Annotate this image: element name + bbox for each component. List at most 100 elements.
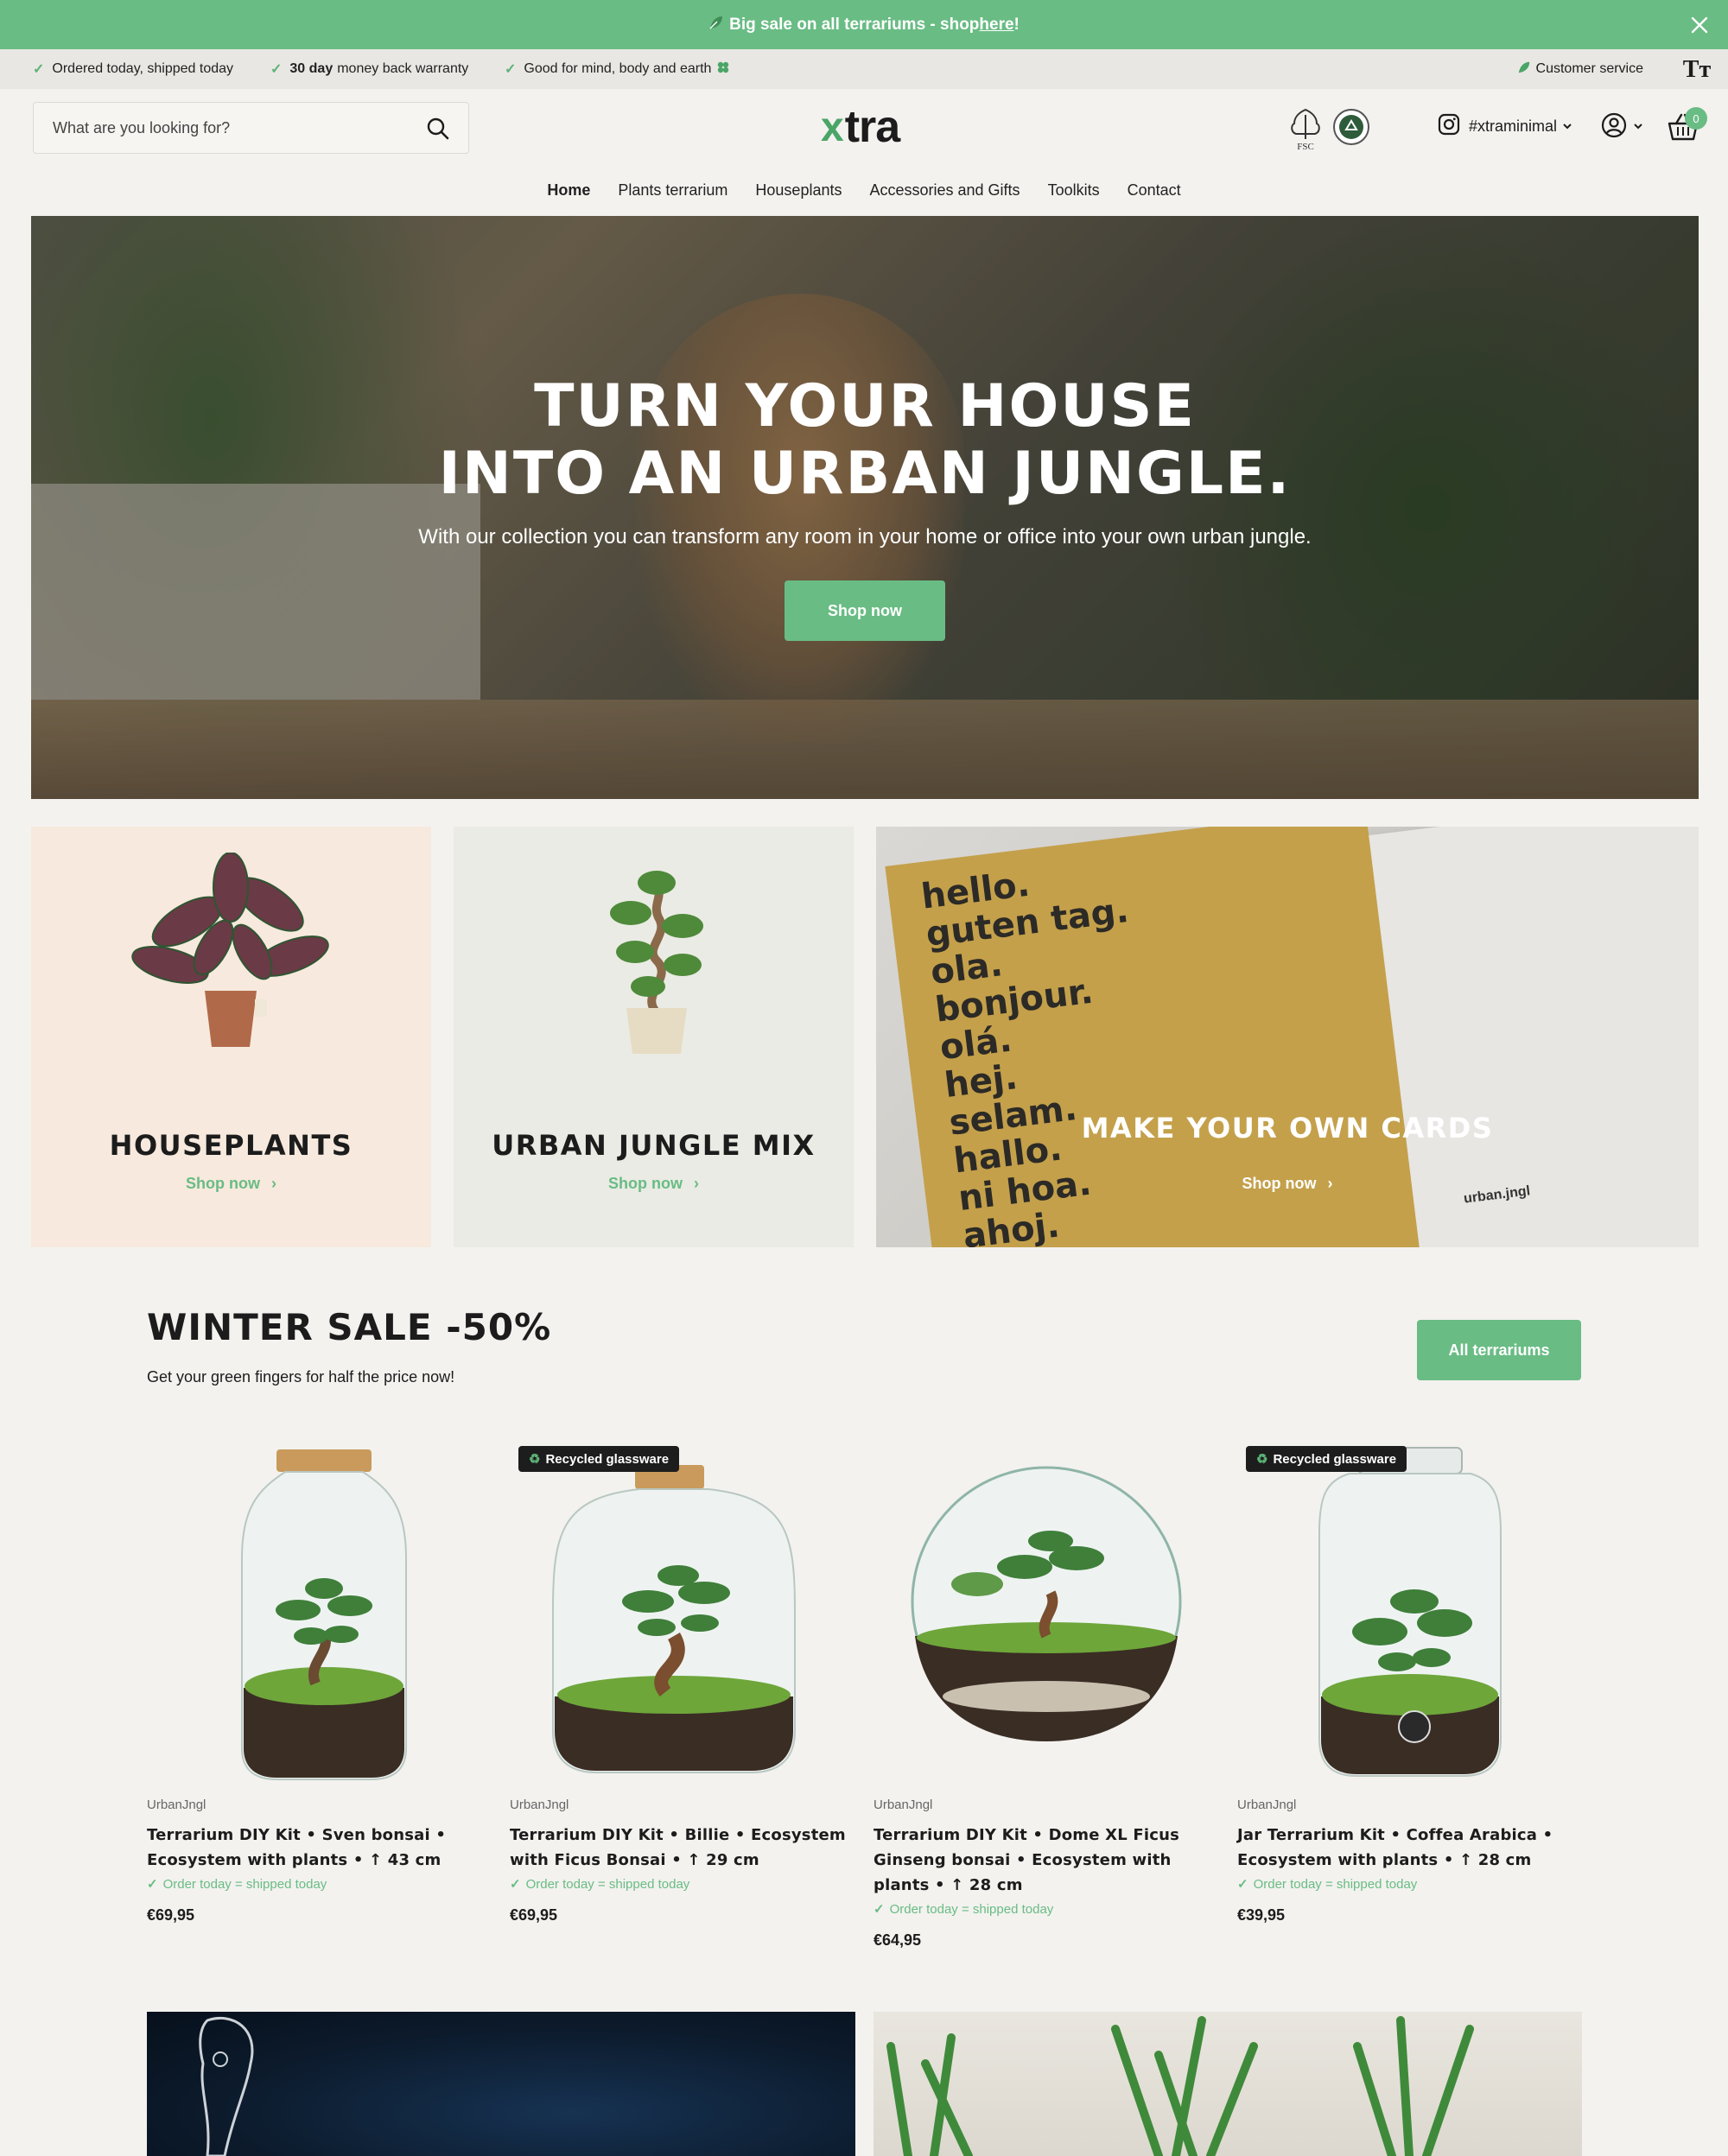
- hero-subtitle: With our collection you can transform an…: [418, 525, 1312, 549]
- instagram-link[interactable]: #xtraminimal: [1438, 113, 1581, 140]
- check-icon: ✓: [874, 1902, 885, 1917]
- hero-shop-now-button[interactable]: Shop now: [785, 580, 945, 641]
- product-shipping-text: Order today = shipped today: [889, 1902, 1054, 1917]
- promo-tile-dark[interactable]: [147, 2012, 855, 2156]
- product-price: €39,95: [1237, 1906, 1286, 1924]
- category-card-houseplants[interactable]: HOUSEPLANTS Shop now ›: [31, 827, 431, 1247]
- nav-item-accessories-gifts[interactable]: Accessories and Gifts: [855, 173, 1033, 209]
- logo-mark: x: [821, 104, 844, 150]
- fsc-label: FSC: [1297, 142, 1314, 151]
- section-title: WINTER SALE -50%: [147, 1306, 552, 1348]
- customer-service-label: Customer service: [1535, 61, 1643, 76]
- product-price: €69,95: [147, 1906, 195, 1924]
- plants-image: [886, 2016, 1474, 2156]
- chevron-right-icon: ›: [1327, 1175, 1333, 1192]
- recycle-badge-icon: [1332, 108, 1370, 146]
- product-shipping-text: Order today = shipped today: [1253, 1877, 1418, 1892]
- nav-item-home[interactable]: Home: [533, 173, 604, 209]
- hero-banner: TURN YOUR HOUSE INTO AN URBAN JUNGLE. Wi…: [31, 216, 1699, 799]
- text-size-icon[interactable]: Tт: [1681, 54, 1712, 86]
- product-image-dome-xl: [911, 1466, 1182, 1741]
- product-brand: UrbanJngl: [1237, 1798, 1297, 1812]
- leaf-icon: [708, 15, 724, 35]
- category-card-urban-jungle-mix[interactable]: URBAN JUNGLE MIX Shop now ›: [454, 827, 854, 1247]
- all-terrariums-button[interactable]: All terrariums: [1417, 1320, 1581, 1380]
- product-name[interactable]: Terrarium DIY Kit • Sven bonsai • Ecosys…: [147, 1823, 501, 1873]
- main-nav: Home Plants terrarium Houseplants Access…: [0, 173, 1728, 209]
- recycled-glassware-badge: ♻ Recycled glassware: [1246, 1446, 1407, 1472]
- recycle-icon: ♻: [529, 1452, 541, 1467]
- instagram-handle: #xtraminimal: [1469, 117, 1558, 135]
- product-brand: UrbanJngl: [147, 1798, 206, 1812]
- usp-warranty-text: money back warranty: [337, 61, 469, 76]
- promo-tile-plants[interactable]: [874, 2012, 1582, 2156]
- hero-title: TURN YOUR HOUSE INTO AN URBAN JUNGLE.: [31, 373, 1699, 508]
- hero-title-line1: TURN YOUR HOUSE: [534, 372, 1196, 441]
- usp-bar: ✓ Ordered today, shipped today ✓ 30 day …: [0, 49, 1728, 89]
- bonsai-plant-image: [610, 871, 703, 1054]
- product-shipping: ✓ Order today = shipped today: [874, 1901, 1053, 1917]
- user-icon: [1600, 111, 1628, 143]
- check-icon: ✓: [505, 62, 517, 77]
- product-shipping-text: Order today = shipped today: [162, 1877, 327, 1892]
- product-name[interactable]: Terrarium DIY Kit • Dome XL Ficus Ginsen…: [874, 1823, 1228, 1898]
- usp-warranty: ✓ 30 day money back warranty: [270, 49, 468, 89]
- promo-text-end: !: [1013, 15, 1020, 34]
- usp-good-text: Good for mind, body and earth: [524, 61, 712, 76]
- search-input[interactable]: What are you looking for?: [33, 102, 469, 154]
- category-link-label: Shop now: [1242, 1175, 1317, 1192]
- calathea-plant-image: [131, 853, 329, 1047]
- section-subtitle: Get your green fingers for half the pric…: [147, 1368, 455, 1386]
- category-link-label: Shop now: [186, 1175, 260, 1192]
- product-image-sven: [241, 1449, 407, 1780]
- leaf-icon: [1517, 60, 1531, 79]
- account-menu[interactable]: [1600, 111, 1643, 143]
- usp-shipping: ✓ Ordered today, shipped today: [33, 49, 233, 89]
- product-shipping: ✓ Order today = shipped today: [510, 1876, 689, 1892]
- logo[interactable]: x tra: [821, 101, 900, 153]
- product-price: €64,95: [874, 1931, 922, 1949]
- search-icon[interactable]: [425, 116, 451, 146]
- category-link-houseplants[interactable]: Shop now ›: [31, 1175, 431, 1193]
- instagram-icon: [1438, 113, 1469, 140]
- category-title-urban-jungle-mix: URBAN JUNGLE MIX: [492, 1129, 816, 1162]
- recycle-icon: ♻: [1256, 1452, 1268, 1467]
- check-icon: ✓: [270, 62, 283, 77]
- promo-text: Big sale on all terrariums - shop: [729, 15, 980, 34]
- skull-decoration-image: [199, 2016, 254, 2156]
- check-icon: ✓: [510, 1877, 521, 1892]
- chevron-right-icon: ›: [271, 1175, 276, 1192]
- logo-text: tra: [844, 102, 900, 152]
- hero-title-line2: INTO AN URBAN JUNGLE.: [438, 440, 1292, 508]
- category-title-houseplants: HOUSEPLANTS: [109, 1129, 353, 1162]
- usp-good: ✓ Good for mind, body and earth: [505, 49, 730, 89]
- nav-item-houseplants[interactable]: Houseplants: [741, 173, 855, 209]
- category-link-label: Shop now: [608, 1175, 683, 1192]
- product-brand: UrbanJngl: [874, 1798, 933, 1812]
- category-link-make-your-own-cards[interactable]: Shop now ›: [876, 1175, 1699, 1193]
- customer-service-link[interactable]: Customer service: [1517, 49, 1643, 89]
- usp-warranty-bold: 30 day: [289, 61, 334, 76]
- chevron-right-icon: ›: [694, 1175, 699, 1192]
- nav-item-toolkits[interactable]: Toolkits: [1034, 173, 1114, 209]
- check-icon: ✓: [1237, 1877, 1248, 1892]
- cart-count-badge: 0: [1685, 107, 1707, 130]
- header: What are you looking for? x tra FSC #xtr…: [0, 89, 1728, 167]
- recycled-glassware-badge: ♻ Recycled glassware: [518, 1446, 680, 1472]
- product-price: €69,95: [510, 1906, 558, 1924]
- category-link-urban-jungle-mix[interactable]: Shop now ›: [454, 1175, 854, 1193]
- nav-item-plants-terrarium[interactable]: Plants terrarium: [604, 173, 741, 209]
- category-title-make-your-own-cards: MAKE YOUR OWN CARDS: [1081, 1112, 1494, 1145]
- category-card-make-your-own-cards[interactable]: hello. guten tag. ola. bonjour. olá. hej…: [876, 827, 1699, 1247]
- badge-label: Recycled glassware: [1273, 1451, 1397, 1467]
- promo-link[interactable]: here: [979, 16, 1013, 35]
- product-name[interactable]: Terrarium DIY Kit • Billie • Ecosystem w…: [510, 1823, 864, 1873]
- fsc-badge-icon: FSC: [1286, 106, 1325, 152]
- nav-item-contact[interactable]: Contact: [1114, 173, 1195, 209]
- product-shipping: ✓ Order today = shipped today: [1237, 1876, 1417, 1892]
- close-icon[interactable]: [1687, 12, 1712, 38]
- product-image-billie: [552, 1465, 796, 1773]
- promo-bar: Big sale on all terrariums - shop here !: [0, 0, 1728, 49]
- product-name[interactable]: Jar Terrarium Kit • Coffea Arabica • Eco…: [1237, 1823, 1591, 1873]
- product-shipping: ✓ Order today = shipped today: [147, 1876, 327, 1892]
